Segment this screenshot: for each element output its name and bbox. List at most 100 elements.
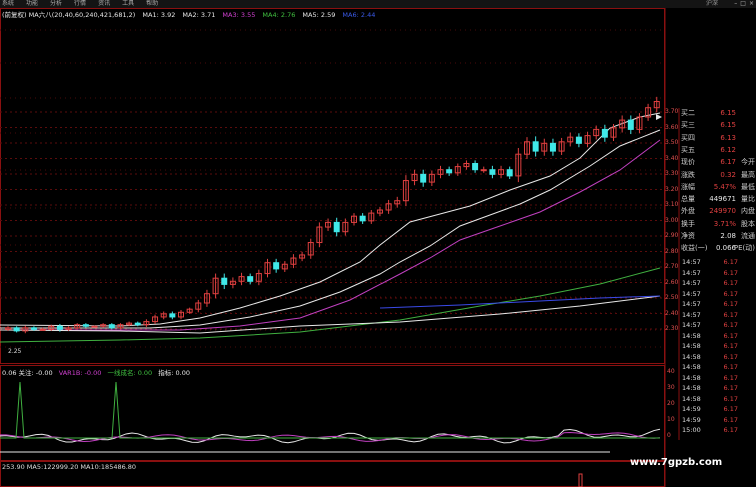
- quote-row: 买五 6.12: [679, 145, 756, 156]
- trade-time: 14:57: [682, 289, 701, 298]
- candle-body: [221, 277, 228, 285]
- trade-time: 14:57: [682, 300, 701, 308]
- indicator-axis-tick: 40: [667, 368, 675, 375]
- candle-body: [56, 325, 63, 330]
- trade-time: 14:58: [682, 352, 701, 361]
- menu-item-market[interactable]: 行情: [74, 0, 86, 8]
- price-axis-tick: 3.10: [665, 201, 679, 208]
- quote-row: 买二 6.15: [679, 108, 756, 119]
- menu-item-function[interactable]: 功能: [26, 0, 38, 8]
- indicator-axis-tick: 20: [667, 400, 675, 407]
- quote-right-label: 流通: [741, 232, 755, 240]
- low-price-label: 2.25: [8, 348, 22, 355]
- quote-label: 现价: [681, 158, 695, 167]
- quote-right-label: 内盘: [741, 207, 755, 216]
- quote-label: 买二: [681, 109, 695, 117]
- quote-row: 买四 6.13: [679, 133, 756, 144]
- indicator-legend: 0.06 关注: -0.00 VAR1B: -0.00 一线成名: 0.00 指…: [2, 367, 194, 377]
- window-controls: – □ ×: [734, 0, 754, 8]
- trade-price: 6.17: [723, 384, 738, 392]
- quote-right-label: 最高: [741, 170, 755, 179]
- price-axis-tick: 3.20: [665, 185, 679, 193]
- candle-body: [489, 169, 496, 175]
- quote-label: 总量: [681, 195, 695, 204]
- candle-body: [91, 325, 98, 328]
- minimize-icon[interactable]: –: [734, 0, 737, 8]
- trade-row: 14:58 6.17: [679, 331, 756, 342]
- trade-price: 6.17: [723, 289, 738, 298]
- trade-row: 14:59 6.17: [679, 404, 756, 415]
- trade-price: 6.17: [723, 310, 738, 319]
- trade-row: 14:58 6.17: [679, 383, 756, 394]
- quote-value: 0.32: [720, 170, 736, 179]
- quote-row: 总量 449671 量比: [679, 194, 756, 205]
- quote-row: 买三 6.15: [679, 120, 756, 131]
- quote-value: 249970: [709, 207, 736, 216]
- ma2-value: MA2: 3.71: [182, 11, 216, 19]
- quote-label: 换手: [681, 219, 695, 228]
- ma-legend: (前复权) MA六八(20,40,60,240,421,681,2) MA1: …: [2, 9, 380, 19]
- price-axis-tick: 2.70: [665, 263, 679, 270]
- quote-value: 5.47%: [713, 182, 736, 191]
- trade-time: 14:57: [682, 258, 701, 266]
- trade-time: 14:59: [682, 405, 701, 413]
- indicator-panel-frame: [0, 365, 665, 461]
- trade-price: 6.17: [723, 363, 738, 371]
- price-axis-tick: 2.80: [665, 247, 679, 255]
- quote-value: 6.17: [720, 158, 736, 167]
- price-axis-tick: 3.60: [665, 123, 679, 131]
- kline-chart[interactable]: [0, 0, 756, 487]
- trade-price: 6.17: [723, 268, 738, 277]
- quote-row: 外盘 249970 内盘: [679, 206, 756, 217]
- price-axis-tick: 3.00: [665, 216, 679, 224]
- trade-row: 15:00 6.17: [679, 425, 756, 436]
- indicator-axis-tick: 30: [667, 384, 675, 391]
- indicator-green-spikes: [0, 381, 660, 439]
- menu-item-analysis[interactable]: 分析: [50, 0, 62, 8]
- trade-time: 14:57: [682, 310, 701, 319]
- quote-right-label: 股本: [741, 219, 755, 228]
- indicator-axis-tick: 0: [667, 432, 671, 439]
- quote-label: 收益(一): [681, 244, 708, 253]
- ma1-value: MA1: 3.92: [142, 11, 176, 19]
- quote-label: 买三: [681, 121, 695, 130]
- quote-row: 换手 3.71% 股本: [679, 219, 756, 230]
- trade-price: 6.17: [723, 321, 738, 329]
- menu-item-news[interactable]: 资讯: [98, 0, 110, 8]
- trade-time: 14:58: [682, 394, 701, 403]
- ma1-line: [0, 112, 661, 327]
- ma5-value: MA5: 2.59: [302, 11, 336, 19]
- menu-item-tools[interactable]: 工具: [122, 0, 134, 8]
- quote-row: 收益(一) 0.066 PE(动): [679, 243, 756, 254]
- maximize-icon[interactable]: □: [740, 0, 746, 8]
- candle-body: [333, 221, 340, 233]
- ma-legend-title: (前复权) MA六八(20,40,60,240,421,681,2): [2, 11, 136, 19]
- quote-value: 3.71%: [713, 219, 736, 228]
- ma3-line: [0, 139, 661, 331]
- candle-body: [506, 169, 513, 177]
- candle-body: [627, 119, 634, 130]
- price-axis-tick: 2.40: [665, 309, 679, 317]
- indicator-lines: [0, 381, 661, 453]
- quote-label: 外盘: [681, 207, 695, 216]
- ma3-value: MA3: 3.55: [222, 11, 256, 19]
- trade-time: 14:58: [682, 373, 701, 382]
- trade-row: 14:58 6.17: [679, 373, 756, 384]
- indicator-axis-tick: 10: [667, 416, 675, 423]
- menu-item-help[interactable]: 帮助: [146, 0, 158, 8]
- trade-row: 14:58 6.17: [679, 352, 756, 363]
- trade-time: 14:59: [682, 415, 701, 424]
- trade-price: 6.17: [723, 426, 738, 434]
- close-icon[interactable]: ×: [749, 0, 754, 8]
- trade-price: 6.17: [723, 405, 738, 413]
- candle-body: [247, 276, 254, 282]
- candle-body: [134, 322, 141, 326]
- quote-row: 净资 2.08 流通: [679, 231, 756, 242]
- watermark: www.7gpzb.com: [630, 457, 723, 468]
- trade-time: 14:57: [682, 279, 701, 287]
- quote-label: 买五: [681, 145, 695, 154]
- quote-label: 涨幅: [681, 182, 695, 191]
- trade-row: 14:57 6.17: [679, 268, 756, 279]
- menu-item-system[interactable]: 系统: [2, 0, 14, 8]
- price-axis-tick: 2.30: [665, 325, 679, 332]
